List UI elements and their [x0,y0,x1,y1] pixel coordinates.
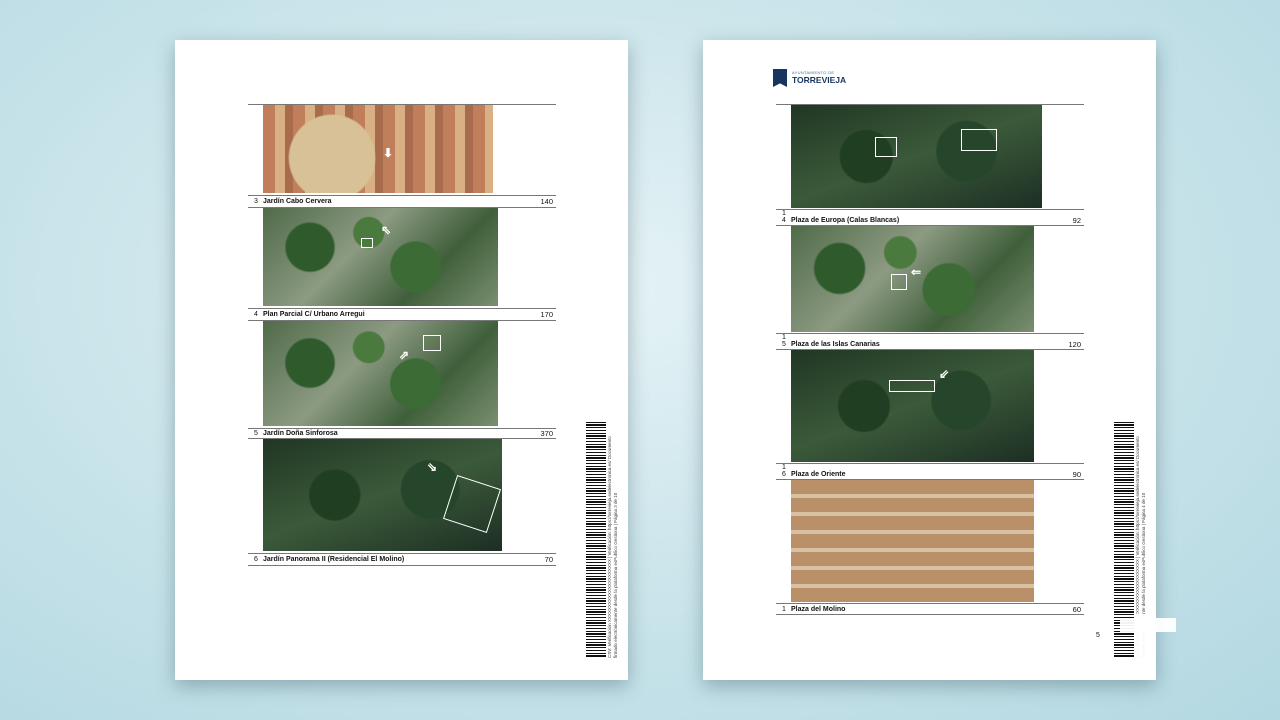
torrevieja-logo-icon [773,69,787,87]
row-number-secondary: 6 [782,471,786,478]
aerial-photo-islas-canarias: ⇙ [791,350,1034,462]
aerial-photo-plaza-oriente [791,480,1034,602]
aerial-photo-plan-parcial: ⇖ [263,208,498,306]
row-number: 1 [782,464,786,471]
verification-side-text: CSV: Verificación XXXXXXXXXXXXXXXXXXXXX … [607,436,618,658]
page-number: 5 [1096,632,1100,639]
row-label: Jardín Cabo Cervera [263,198,332,205]
aerial-photo-plaza-top [791,105,1042,208]
row-value: 60 [1072,605,1081,614]
row-label: Plaza de las Islas Canarias [791,341,880,348]
aerial-photo-jardin-cabo-cervera: ⬇ [263,105,493,193]
torrevieja-logo: AYUNTAMIENTO DE TORREVIEJA [773,68,846,88]
row-number: 5 [254,430,258,437]
row-number: 1 [782,334,786,341]
row-value: 70 [544,555,553,564]
row-number: 3 [254,198,258,205]
row-number: 4 [254,311,258,318]
row-value: 140 [540,197,553,206]
document-page-left: ⬇ 3 Jardín Cabo Cervera 140 ⇖ 4 Plan Par… [175,40,628,680]
row-value: 370 [540,429,553,438]
row-number: 1 [782,606,786,613]
aerial-photo-jardin-panorama: ⇘ [263,439,502,551]
row-value: 120 [1068,340,1081,349]
row-label: Plaza de Europa (Calas Blancas) [791,217,900,224]
row-value: 92 [1072,216,1081,225]
row-label: Jardín Doña Sinforosa [263,430,338,437]
logo-big-text: TORREVIEJA [792,75,847,86]
aerial-photo-plaza-europa: ⇐ [791,226,1034,332]
row-number-secondary: 4 [782,217,786,224]
row-label: Plan Parcial C/ Urbano Arregui [263,311,365,318]
row-number: 1 [782,210,786,217]
row-value: 90 [1072,470,1081,479]
row-label: Jardín Panorama II (Residencial El Molin… [263,556,405,563]
aerial-photo-jardin-dona-sinforosa: ⇗ [263,321,498,426]
document-page-right: AYUNTAMIENTO DE TORREVIEJA 1 4 Plaza de … [703,40,1156,680]
row-number-secondary: 5 [782,341,786,348]
row-label: Plaza del Molino [791,606,846,613]
corner-mark-icon [1120,614,1176,662]
row-value: 170 [540,310,553,319]
row-number: 6 [254,556,258,563]
barcode-icon [586,422,606,658]
row-label: Plaza de Oriente [791,471,846,478]
